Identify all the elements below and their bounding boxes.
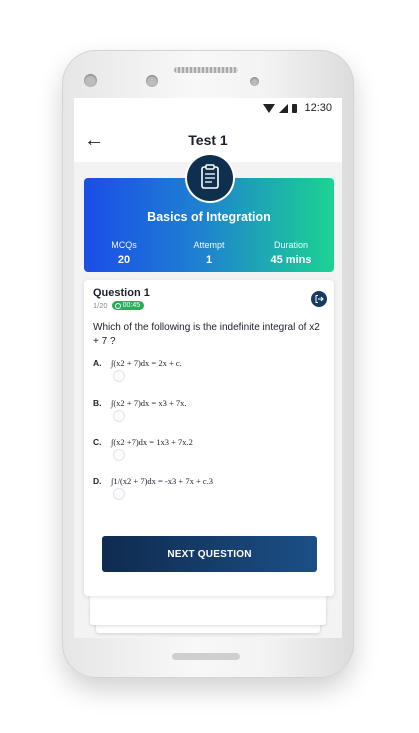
sensor [146,75,158,87]
app-screen: 12:30 ← Test 1 Basics of Integration MCQ… [74,98,342,638]
question-text: Which of the following is the indefinite… [93,322,320,347]
status-bar: 12:30 [74,98,342,122]
front-camera [84,74,97,87]
stat-attempt: Attempt 1 [174,240,244,266]
exit-icon [315,295,324,303]
option-radio[interactable] [113,370,125,382]
timer-value: 00:45 [122,302,141,309]
question-card: Question 1 1/20 00:45 Which of the follo… [84,280,334,596]
option-text: ∫(x2 + 7)dx = x3 + 7x. [111,398,187,408]
clock-icon [114,302,121,309]
stat-value: 20 [117,254,131,266]
status-time: 12:30 [304,102,332,114]
option-letter: D. [93,476,102,486]
question-progress: 1/20 [93,301,108,310]
phone-frame: 12:30 ← Test 1 Basics of Integration MCQ… [62,50,354,678]
home-indicator [172,653,240,660]
option-b[interactable]: B. ∫(x2 + 7)dx = x3 + 7x. [93,398,325,432]
signal-icon [279,103,289,113]
question-meta: 1/20 00:45 [93,301,145,310]
option-radio[interactable] [113,488,125,500]
proximity-sensor [250,77,259,86]
stat-duration: Duration 45 mins [256,240,326,266]
question-label: Question 1 [93,287,150,299]
stat-value: 1 [205,254,213,266]
stat-label: Attempt [193,240,225,250]
option-radio[interactable] [113,410,125,422]
option-letter: B. [93,398,102,408]
earpiece-speaker [174,67,238,73]
option-d[interactable]: D. ∫1/(x2 + 7)dx = -x3 + 7x + c.3 [93,476,325,510]
option-letter: A. [93,358,102,368]
clipboard-icon [201,164,219,189]
clipboard-badge [187,155,233,201]
wifi-icon [263,103,276,113]
stacked-card-shadow [90,595,326,625]
battery-icon [292,103,298,113]
stat-label: MCQs [111,240,137,250]
page-title: Test 1 [188,132,228,148]
stat-label: Duration [273,240,309,250]
option-a[interactable]: A. ∫(x2 + 7)dx = 2x + c. [93,358,325,392]
timer-badge: 00:45 [111,301,145,310]
option-radio[interactable] [113,449,125,461]
exit-test-button[interactable] [311,291,327,307]
option-c[interactable]: C. ∫(x2 +7)dx = 1x3 + 7x.2 [93,437,325,471]
option-letter: C. [93,437,102,447]
stat-value: 45 mins [270,254,312,266]
option-text: ∫(x2 +7)dx = 1x3 + 7x.2 [111,437,193,447]
option-text: ∫(x2 + 7)dx = 2x + c. [111,358,182,368]
test-name: Basics of Integration [147,210,271,224]
next-question-button[interactable]: NEXT QUESTION [102,536,317,572]
option-text: ∫1/(x2 + 7)dx = -x3 + 7x + c.3 [111,476,214,486]
stat-mcqs: MCQs 20 [89,240,159,266]
